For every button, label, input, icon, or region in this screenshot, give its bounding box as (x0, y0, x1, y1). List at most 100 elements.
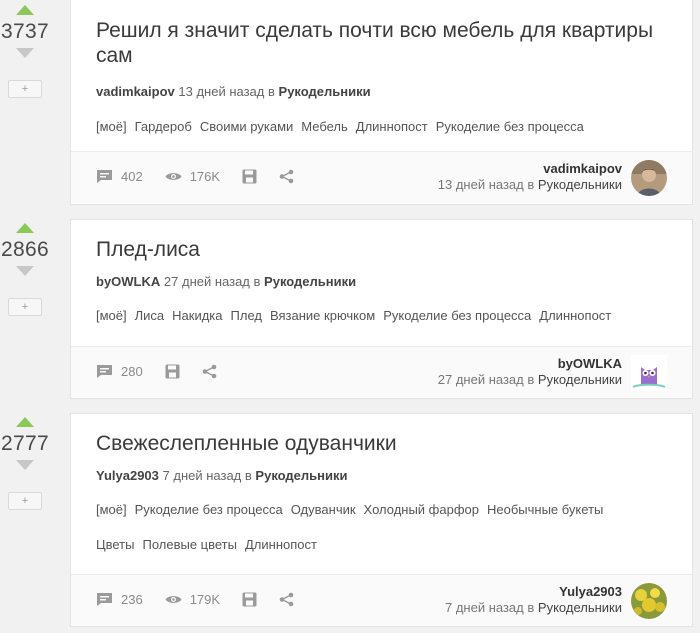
rating-column: 2777 + (0, 417, 50, 510)
author-avatar[interactable] (631, 583, 667, 619)
post-card: Свежеслепленные одуванчики Yulya2903 7 д… (70, 413, 693, 627)
post-title[interactable]: Свежеслепленные одуванчики (96, 414, 667, 456)
floppy-save-icon (165, 364, 180, 379)
downvote-arrow-icon[interactable] (16, 266, 34, 276)
tag-link[interactable]: Лиса (135, 307, 165, 325)
downvote-arrow-icon[interactable] (16, 48, 34, 58)
avatar-photo-icon (631, 160, 667, 196)
community-link[interactable]: Рукодельники (264, 274, 356, 289)
views-stat: 179K (165, 592, 220, 607)
footer-author-sub: 7 дней назад в Рукодельники (445, 600, 622, 615)
post-meta: vadimkaipov 13 дней назад в Рукодельники (96, 83, 667, 101)
share-icon-button[interactable] (279, 169, 294, 184)
save-icon-button[interactable] (242, 169, 257, 184)
tag-link[interactable]: Холодный фарфор (364, 501, 479, 519)
floppy-save-icon (242, 592, 257, 607)
post-author-link[interactable]: Yulya2903 (96, 468, 159, 483)
post-card: Решил я значит сделать почти всю мебель … (70, 0, 693, 205)
tags-list: [моё] Рукоделие без процесса Одуванчик Холо… (96, 501, 667, 554)
comments-count: 236 (121, 592, 143, 607)
footer-author-sub: 13 дней назад в Рукодельники (437, 177, 622, 192)
comment-icon (97, 593, 112, 606)
comment-icon (97, 365, 112, 378)
tag-link[interactable]: [моё] (96, 118, 127, 136)
post-meta: Yulya2903 7 дней назад в Рукодельники (96, 467, 667, 485)
tag-link[interactable]: Мебель (301, 118, 348, 136)
footer-author-name[interactable]: vadimkaipov (438, 161, 622, 177)
tag-link[interactable]: Рукоделие без процесса (383, 307, 531, 325)
post-footer: 236 179K Yulya2903 7 дней назад в Рукоде… (71, 574, 692, 626)
tag-link[interactable]: Длиннопост (356, 118, 428, 136)
floppy-save-icon (242, 169, 257, 184)
comments-count: 402 (121, 169, 143, 184)
save-post-button[interactable]: + (8, 298, 42, 316)
share-icon-button[interactable] (279, 592, 294, 607)
share-icon (202, 364, 217, 379)
post-footer: 402 176K vadimkaipov 13 дней назад в Рук… (71, 151, 692, 203)
post-title[interactable]: Плед-лиса (96, 220, 667, 262)
tag-link[interactable]: Своими руками (200, 118, 293, 136)
rating-column: 3737 + (0, 5, 50, 98)
rating-value: 2866 (1, 238, 49, 261)
save-post-button[interactable]: + (8, 492, 42, 510)
tag-link[interactable]: Длиннопост (539, 307, 611, 325)
rating-column: 2866 + (0, 223, 50, 316)
tag-link[interactable]: [моё] (96, 307, 127, 325)
tag-link[interactable]: Одуванчик (291, 501, 356, 519)
share-icon (279, 169, 294, 184)
tag-link[interactable]: Накидка (172, 307, 222, 325)
flowers-avatar-icon (631, 583, 667, 619)
save-icon-button[interactable] (165, 364, 180, 379)
post-in: в (244, 468, 252, 483)
downvote-arrow-icon[interactable] (16, 460, 34, 470)
eye-icon (165, 173, 182, 180)
post-author-link[interactable]: byOWLKA (96, 274, 160, 289)
tags-list: [моё] Гардероб Своими руками Мебель Длиннопо… (96, 118, 667, 136)
post-title[interactable]: Решил я значит сделать почти всю мебель … (96, 0, 656, 68)
footer-author-name[interactable]: byOWLKA (438, 356, 622, 372)
tags-list: [моё] Лиса Накидка Плед Вязание крючком Рукод… (96, 307, 667, 325)
upvote-arrow-icon[interactable] (16, 417, 34, 427)
tag-link[interactable]: Длиннопост (245, 536, 317, 554)
post-time: 13 дней назад (178, 84, 265, 99)
views-count: 179K (189, 592, 221, 607)
tag-link[interactable]: Гардероб (135, 118, 192, 136)
post-time: 7 дней назад (162, 468, 242, 483)
post-in: в (253, 274, 261, 289)
footer-author-sub: 27 дней назад в Рукодельники (437, 372, 622, 387)
share-icon (279, 592, 294, 607)
rating-value: 3737 (1, 20, 49, 43)
comments-stat[interactable]: 280 (96, 364, 143, 379)
tag-link[interactable]: [моё] (96, 501, 127, 519)
tag-link[interactable]: Необычные букеты (487, 501, 603, 519)
footer-author-name[interactable]: Yulya2903 (445, 584, 622, 600)
tag-link[interactable]: Плед (231, 307, 262, 325)
tag-link[interactable]: Цветы (96, 536, 134, 554)
post-author-link[interactable]: vadimkaipov (96, 84, 175, 99)
post-meta: byOWLKA 27 дней назад в Рукодельники (96, 273, 667, 291)
comments-stat[interactable]: 236 (96, 592, 143, 607)
comments-count: 280 (121, 364, 143, 379)
save-icon-button[interactable] (242, 592, 257, 607)
upvote-arrow-icon[interactable] (16, 223, 34, 233)
tag-link[interactable]: Вязание крючком (270, 307, 375, 325)
share-icon-button[interactable] (202, 364, 217, 379)
author-block: vadimkaipov 13 дней назад в Рукодельники (438, 161, 622, 193)
post-footer: 280 byOWLKA 27 дней назад в Рукодельники (71, 346, 692, 398)
views-count: 176K (189, 169, 221, 184)
tag-link[interactable]: Рукоделие без процесса (135, 501, 283, 519)
community-link[interactable]: Рукодельники (279, 84, 371, 99)
views-stat: 176K (165, 169, 220, 184)
save-post-button[interactable]: + (8, 80, 42, 98)
author-avatar[interactable] (631, 160, 667, 196)
tag-link[interactable]: Полевые цветы (142, 536, 237, 554)
community-link[interactable]: Рукодельники (255, 468, 347, 483)
author-block: byOWLKA 27 дней назад в Рукодельники (438, 356, 622, 388)
comment-icon (97, 170, 112, 183)
tag-link[interactable]: Рукоделие без процесса (436, 118, 584, 136)
author-block: Yulya2903 7 дней назад в Рукодельники (445, 584, 622, 616)
upvote-arrow-icon[interactable] (16, 5, 34, 15)
author-avatar[interactable] (631, 355, 667, 391)
post-card: Плед-лиса byOWLKA 27 дней назад в Рукоде… (70, 219, 693, 399)
comments-stat[interactable]: 402 (96, 169, 143, 184)
